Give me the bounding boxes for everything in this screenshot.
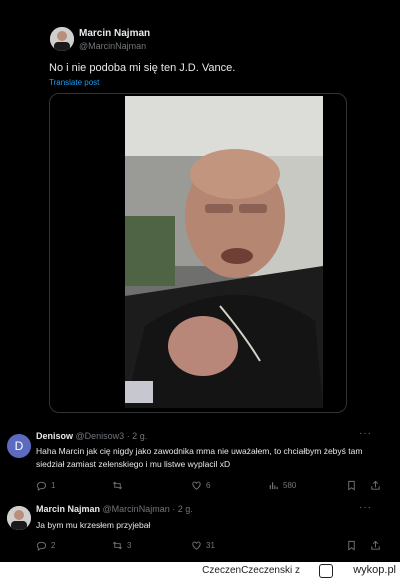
- footer-separator: z: [295, 565, 300, 576]
- author-avatar[interactable]: [50, 27, 74, 51]
- like-count: 6: [206, 481, 211, 490]
- footer-author[interactable]: CzeczenCzeczenski z: [202, 565, 300, 576]
- reply-button[interactable]: 2: [36, 540, 55, 551]
- reply-actions: 2 3 31: [36, 540, 386, 554]
- footer-author-name[interactable]: CzeczenCzeczenski: [202, 565, 292, 576]
- author-name[interactable]: Marcin Najman: [79, 28, 150, 39]
- retweet-button[interactable]: [112, 480, 127, 491]
- views-button[interactable]: 580: [268, 480, 296, 491]
- wykop-logo-icon[interactable]: [319, 564, 333, 578]
- share-icon: [371, 540, 380, 550]
- retweet-button[interactable]: 3: [112, 540, 131, 551]
- reply-icon: [36, 481, 47, 491]
- tweet-media[interactable]: [49, 93, 347, 413]
- more-icon[interactable]: ···: [359, 428, 372, 439]
- like-button[interactable]: 6: [191, 480, 210, 491]
- reply-header: Marcin Najman @MarcinNajman · 2 g.: [36, 504, 193, 514]
- bookmark-button[interactable]: [346, 540, 357, 551]
- bookmark-icon: [348, 480, 355, 491]
- like-button[interactable]: 31: [191, 540, 215, 551]
- wykop-footer: CzeczenCzeczenski z wykop.pl: [0, 562, 400, 580]
- views-icon: [269, 482, 278, 490]
- footer-site[interactable]: wykop.pl: [353, 564, 396, 576]
- like-icon: [192, 541, 201, 550]
- reply-actions: 1 6 580: [36, 480, 386, 494]
- tweet-screenshot: Marcin Najman @MarcinNajman No i nie pod…: [0, 0, 400, 418]
- reply-count: 2: [51, 541, 56, 550]
- reply-text: Haha Marcin jak cię nigdy jako zawodnika…: [36, 446, 363, 469]
- view-count: 580: [283, 481, 297, 490]
- reply-avatar[interactable]: [7, 506, 31, 530]
- like-icon: [192, 481, 201, 490]
- bookmark-button[interactable]: [346, 480, 357, 491]
- retweet-icon: [113, 541, 122, 550]
- reply-icon: [36, 541, 47, 551]
- translate-post-link[interactable]: Translate post: [49, 78, 99, 87]
- reply-avatar[interactable]: D: [7, 434, 31, 458]
- author-handle[interactable]: @MarcinNajman: [79, 41, 146, 51]
- reply-button[interactable]: 1: [36, 480, 55, 491]
- retweet-icon: [113, 481, 122, 490]
- tweet-text: No i nie podoba mi się ten J.D. Vance.: [49, 62, 236, 74]
- reply-count: 1: [51, 481, 56, 490]
- reply-author-name[interactable]: Denisow: [36, 431, 73, 441]
- reply-meta: @MarcinNajman · 2 g.: [102, 504, 193, 514]
- replies-section: D Denisow @Denisow3 · 2 g. ··· Haha Marc…: [0, 418, 400, 562]
- share-button[interactable]: [370, 540, 381, 551]
- share-icon: [371, 480, 380, 490]
- more-icon[interactable]: ···: [359, 502, 372, 513]
- reply-header: Denisow @Denisow3 · 2 g.: [36, 431, 147, 441]
- bookmark-icon: [348, 540, 355, 551]
- retweet-count: 3: [127, 541, 132, 550]
- like-count: 31: [206, 541, 215, 550]
- reply-author-name[interactable]: Marcin Najman: [36, 504, 100, 514]
- share-button[interactable]: [370, 480, 381, 491]
- reply-text: Ja bym mu krzesłem przyjebał: [36, 520, 151, 530]
- video-thumbnail[interactable]: [125, 96, 323, 408]
- reply-meta: @Denisow3 · 2 g.: [75, 431, 148, 441]
